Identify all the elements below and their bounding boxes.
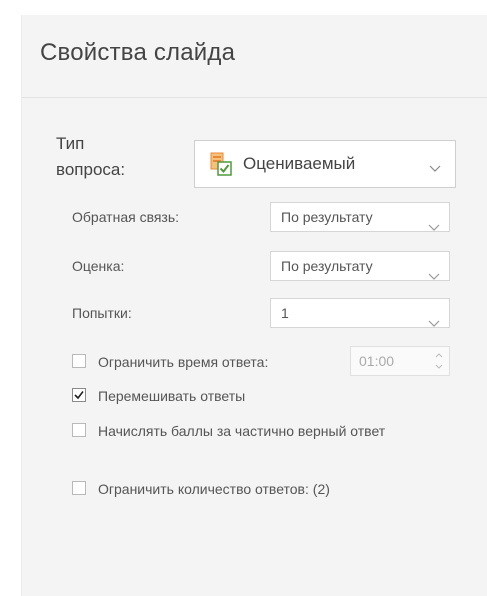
attempts-dropdown[interactable]: 1	[270, 298, 450, 328]
question-type-dropdown[interactable]: Оцениваемый	[194, 140, 456, 188]
feedback-label: Обратная связь:	[72, 209, 180, 225]
time-limit-input[interactable]: 01:00	[350, 346, 450, 376]
feedback-row: Обратная связь: По результату	[72, 202, 462, 232]
limit-answers-label: Ограничить количество ответов: (2)	[98, 481, 330, 497]
page: Свойства слайда Тип вопроса: Оцениваемый…	[0, 0, 487, 596]
score-value: По результату	[281, 258, 373, 274]
score-row: Оценка: По результату	[72, 251, 462, 281]
shuffle-label: Перемешивать ответы	[98, 388, 246, 404]
graded-question-icon	[209, 152, 233, 176]
limit-answers-checkbox[interactable]	[72, 481, 86, 495]
feedback-value: По результату	[281, 209, 373, 225]
score-dropdown[interactable]: По результату	[270, 251, 450, 281]
slide-properties-panel: Свойства слайда Тип вопроса: Оцениваемый…	[21, 15, 487, 596]
attempts-row: Попытки: 1	[72, 298, 462, 328]
chevron-down-icon	[428, 262, 440, 280]
checkmark-icon	[74, 391, 84, 400]
attempts-label: Попытки:	[72, 305, 132, 321]
chevron-down-icon	[428, 309, 440, 327]
limit-time-checkbox[interactable]	[72, 354, 86, 368]
shuffle-checkbox[interactable]	[72, 388, 86, 402]
attempts-value: 1	[281, 305, 289, 321]
spinner-icon[interactable]	[435, 351, 443, 371]
header-divider	[22, 97, 487, 98]
time-limit-value: 01:00	[359, 353, 395, 369]
panel-title: Свойства слайда	[40, 39, 236, 66]
score-label: Оценка:	[72, 258, 125, 274]
partial-credit-checkbox[interactable]	[72, 423, 86, 437]
chevron-down-icon	[429, 160, 441, 172]
question-type-label: Тип вопроса:	[56, 134, 126, 179]
partial-credit-label: Начислять баллы за частично верный ответ	[98, 423, 386, 439]
feedback-dropdown[interactable]: По результату	[270, 202, 450, 232]
chevron-down-icon	[428, 213, 440, 231]
question-type-value: Оцениваемый	[243, 154, 356, 173]
